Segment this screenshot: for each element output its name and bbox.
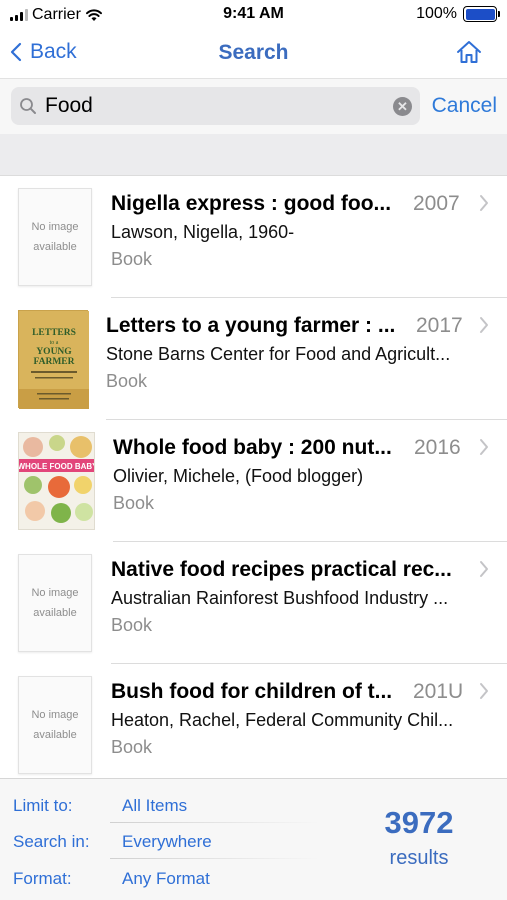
list-item[interactable]: No image available Bush food for children… (0, 664, 507, 786)
item-title: Native food recipes practical rec... (111, 558, 452, 581)
list-item[interactable]: WHOLE FOOD BABY Whole food baby : 200 nu… (0, 420, 507, 542)
item-author: Heaton, Rachel, Federal Community Chil..… (111, 710, 454, 730)
item-year: 2007 (413, 192, 460, 215)
status-right: 100% (416, 5, 500, 23)
chevron-right-icon (480, 683, 488, 699)
item-year: 201U (413, 680, 464, 703)
search-in-filter[interactable]: Search in: Everywhere (0, 823, 330, 859)
limit-to-filter[interactable]: Limit to: All Items (0, 787, 330, 823)
cover-text: FARMER (34, 357, 75, 367)
divider (110, 858, 320, 859)
result-count-label: results (389, 847, 449, 869)
item-type: Book (111, 249, 153, 269)
item-author: Stone Barns Center for Food and Agricult… (106, 344, 451, 364)
home-icon[interactable] (455, 39, 483, 65)
item-title: Letters to a young farmer : ... (106, 314, 396, 337)
item-type: Book (113, 493, 155, 513)
item-type: Book (111, 615, 153, 635)
result-count-number: 3972 (384, 805, 454, 840)
item-year: 2016 (414, 436, 461, 459)
cover-text: to a (50, 340, 59, 346)
filter-value[interactable]: Everywhere (122, 832, 212, 852)
list-item[interactable]: No image available Nigella express : good… (0, 176, 507, 298)
item-author: Australian Rainforest Bushfood Industry … (111, 588, 449, 608)
cover-text: LETTERS (32, 328, 76, 338)
search-filters: Limit to: All Items Search in: Everywher… (0, 778, 507, 900)
cover-text: available (33, 241, 77, 253)
nav-bar: Back Search (0, 30, 507, 78)
cover-text: available (33, 607, 77, 619)
filter-value[interactable]: Any Format (122, 869, 210, 889)
status-bar: Carrier 9:41 AM 100% (0, 0, 507, 30)
section-header (0, 134, 507, 176)
item-type: Book (106, 371, 148, 391)
book-cover-art: LETTERS to a YOUNG FARMER (19, 311, 89, 409)
book-cover-image: LETTERS to a YOUNG FARMER (18, 310, 89, 409)
book-cover-art: WHOLE FOOD BABY (19, 433, 95, 529)
search-input[interactable] (45, 91, 385, 121)
search-field[interactable]: ✕ (11, 87, 420, 125)
result-count: 3972 results (364, 805, 474, 870)
chevron-right-icon (480, 561, 488, 577)
no-image-placeholder: No image available (18, 188, 92, 286)
clear-search-icon[interactable]: ✕ (393, 97, 412, 116)
cover-text: No image (31, 221, 79, 233)
item-year: 2017 (416, 314, 463, 337)
item-type: Book (111, 737, 153, 757)
cover-text: available (33, 729, 77, 741)
format-filter[interactable]: Format: Any Format (0, 860, 330, 896)
item-author: Lawson, Nigella, 1960- (111, 222, 295, 242)
filter-label: Limit to: (13, 796, 73, 815)
cover-text: No image (31, 709, 79, 721)
cancel-button[interactable]: Cancel (432, 94, 497, 118)
cover-text: No image (31, 587, 79, 599)
item-title: Nigella express : good foo... (111, 192, 392, 215)
book-cover-image: WHOLE FOOD BABY (18, 432, 95, 530)
battery-icon (463, 6, 500, 22)
no-image-placeholder: No image available (18, 554, 92, 652)
chevron-right-icon (480, 317, 488, 333)
cover-text: WHOLE FOOD BABY (19, 462, 95, 471)
page-title: Search (218, 41, 289, 64)
list-item[interactable]: LETTERS to a YOUNG FARMER Letters to a y… (0, 298, 507, 420)
chevron-right-icon (480, 195, 488, 211)
search-bar: ✕ Cancel (0, 78, 507, 134)
filter-label: Search in: (13, 832, 90, 851)
item-title: Whole food baby : 200 nut... (113, 436, 392, 459)
battery-percent: 100% (416, 5, 457, 22)
no-image-placeholder: No image available (18, 676, 92, 774)
search-icon (20, 98, 36, 114)
chevron-right-icon (480, 439, 488, 455)
filter-value[interactable]: All Items (122, 796, 187, 816)
item-author: Olivier, Michele, (Food blogger) (113, 466, 364, 486)
list-item[interactable]: No image available Native food recipes pr… (0, 542, 507, 664)
filter-label: Format: (13, 869, 72, 888)
item-title: Bush food for children of t... (111, 680, 393, 703)
cover-text: YOUNG (36, 347, 72, 357)
